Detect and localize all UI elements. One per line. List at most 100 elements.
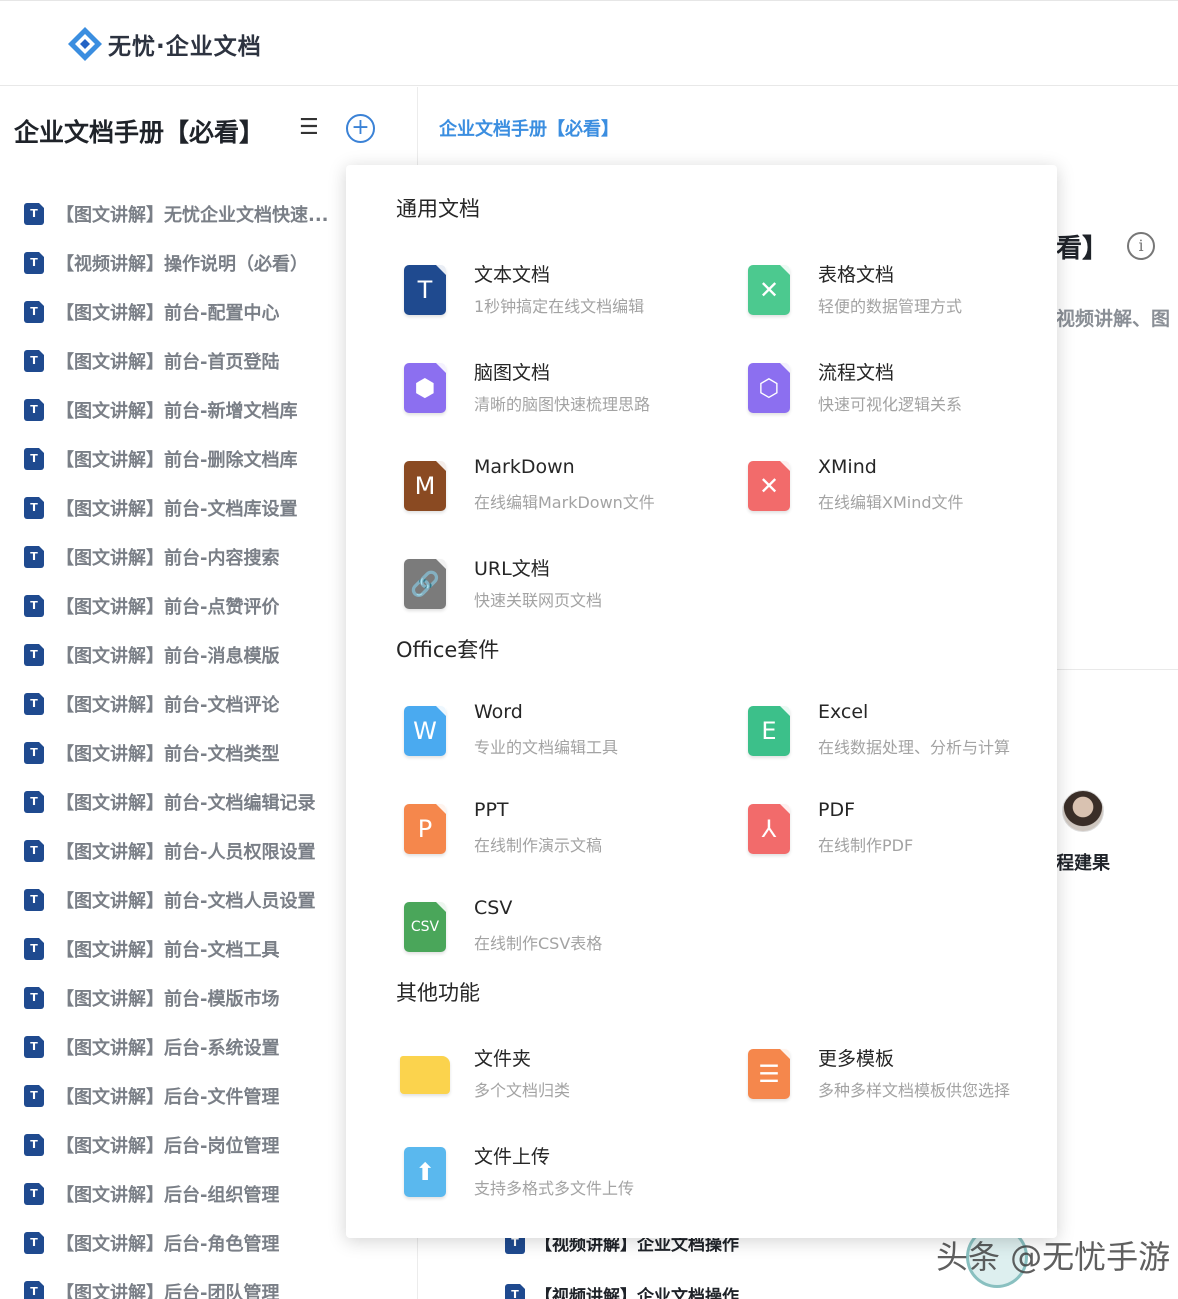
sidebar-item-label: 【图文讲解】前台-新增文档库 <box>56 400 298 422</box>
new-link-doc-option[interactable]: 🔗 URL文档 快速关联网页文档 <box>396 552 716 624</box>
text-doc-icon: T <box>24 398 44 421</box>
option-description: 在线制作CSV表格 <box>474 934 603 953</box>
flow-doc-icon: ⬡ <box>748 363 790 413</box>
top-header: 无忧·企业文档 <box>0 0 1178 86</box>
template-icon: ☰ <box>748 1049 790 1099</box>
option-name: PDF <box>818 799 856 821</box>
sidebar-item[interactable]: T 【图文讲解】后台-角色管理 <box>24 1218 329 1267</box>
text-doc-icon: T <box>24 349 44 372</box>
new-flow-doc-option[interactable]: ⬡ 流程文档 快速可视化逻辑关系 <box>740 356 1060 428</box>
option-description: 1秒钟搞定在线文档编辑 <box>474 297 645 316</box>
new-markdown-doc-option[interactable]: M MarkDown 在线编辑MarkDown文件 <box>396 454 716 526</box>
new-upload-option[interactable]: ⬆ 文件上传 支持多格式多文件上传 <box>396 1140 716 1212</box>
sidebar-item[interactable]: T 【图文讲解】后台-文件管理 <box>24 1071 329 1120</box>
sidebar-item[interactable]: T 【图文讲解】后台-岗位管理 <box>24 1120 329 1169</box>
avatar[interactable] <box>1062 790 1104 832</box>
section-title: Office套件 <box>396 638 500 662</box>
text-doc-icon: T <box>24 202 44 225</box>
text-doc-icon: T <box>24 1133 44 1156</box>
option-name: Excel <box>818 701 869 723</box>
sidebar-item-label: 【图文讲解】前台-内容搜索 <box>56 547 280 569</box>
option-name: PPT <box>474 799 509 821</box>
option-name: CSV <box>474 897 513 919</box>
section-title: 通用文档 <box>396 197 480 221</box>
sidebar-item[interactable]: T 【图文讲解】无忧企业文档快速... <box>24 189 329 238</box>
text-doc-icon: T <box>24 692 44 715</box>
sidebar-item[interactable]: T 【图文讲解】前台-文档库设置 <box>24 483 329 532</box>
option-name: 表格文档 <box>818 264 895 286</box>
new-folder-option[interactable]: 文件夹 多个文档归类 <box>396 1042 716 1114</box>
sidebar-item[interactable]: T 【图文讲解】前台-消息模版 <box>24 630 329 679</box>
document-row[interactable]: T 【视频讲解】企业文档操作 <box>505 1282 739 1299</box>
option-description: 支持多格式多文件上传 <box>474 1179 635 1198</box>
sidebar-item[interactable]: T 【图文讲解】后台-系统设置 <box>24 1022 329 1071</box>
sidebar-item-label: 【图文讲解】前台-人员权限设置 <box>56 841 316 863</box>
text-doc-icon: T <box>24 545 44 568</box>
info-icon[interactable]: i <box>1127 232 1155 260</box>
sidebar-item[interactable]: T 【图文讲解】前台-文档类型 <box>24 728 329 777</box>
new-text-doc-option[interactable]: T 文本文档 1秒钟搞定在线文档编辑 <box>396 258 716 330</box>
sidebar-item[interactable]: T 【图文讲解】前台-点赞评价 <box>24 581 329 630</box>
new-pdf-doc-option[interactable]: ⅄ PDF 在线制作PDF <box>740 797 1060 869</box>
new-template-option[interactable]: ☰ 更多模板 多种多样文档模板供您选择 <box>740 1042 1060 1114</box>
sidebar-item[interactable]: T 【图文讲解】前台-文档人员设置 <box>24 875 329 924</box>
sidebar-item-label: 【图文讲解】前台-模版市场 <box>56 988 280 1010</box>
text-doc-icon: T <box>24 937 44 960</box>
sidebar-item-label: 【图文讲解】后台-系统设置 <box>56 1037 280 1059</box>
sidebar-item[interactable]: T 【图文讲解】前台-文档工具 <box>24 924 329 973</box>
sidebar-item[interactable]: T 【图文讲解】前台-首页登陆 <box>24 336 329 385</box>
sidebar-item[interactable]: T 【图文讲解】前台-删除文档库 <box>24 434 329 483</box>
sidebar-item[interactable]: T 【图文讲解】前台-文档评论 <box>24 679 329 728</box>
new-word-doc-option[interactable]: W Word 专业的文档编辑工具 <box>396 699 716 771</box>
text-doc-icon: T <box>24 1280 44 1299</box>
sidebar-item[interactable]: T 【图文讲解】前台-文档编辑记录 <box>24 777 329 826</box>
menu-icon[interactable]: ☰ <box>299 115 319 140</box>
text-doc-icon: T <box>24 643 44 666</box>
text-doc-icon: T <box>24 1231 44 1254</box>
upload-icon: ⬆ <box>404 1147 446 1197</box>
sidebar-item[interactable]: T 【视频讲解】操作说明（必看） <box>24 238 329 287</box>
text-doc-icon: T <box>24 1182 44 1205</box>
brand-logo[interactable]: 无忧·企业文档 <box>66 25 262 63</box>
new-ppt-doc-option[interactable]: P PPT 在线制作演示文稿 <box>396 797 716 869</box>
sidebar-item-label: 【图文讲解】前台-配置中心 <box>56 302 280 324</box>
divider <box>1056 669 1178 670</box>
sidebar-item[interactable]: T 【图文讲解】前台-模版市场 <box>24 973 329 1022</box>
sidebar-item[interactable]: T 【图文讲解】前台-新增文档库 <box>24 385 329 434</box>
excel-doc-icon: E <box>748 706 790 756</box>
markdown-doc-icon: M <box>404 461 446 511</box>
option-description: 快速可视化逻辑关系 <box>818 395 963 414</box>
sidebar-item-label: 【图文讲解】后台-文件管理 <box>56 1086 280 1108</box>
breadcrumb[interactable]: 企业文档手册【必看】 <box>439 115 619 141</box>
new-xmind-doc-option[interactable]: ✕ XMind 在线编辑XMind文件 <box>740 454 1060 526</box>
option-description: 在线制作PDF <box>818 836 914 855</box>
sidebar-item[interactable]: T 【图文讲解】后台-组织管理 <box>24 1169 329 1218</box>
csv-doc-icon: CSV <box>404 902 446 952</box>
sidebar-item[interactable]: T 【图文讲解】后台-团队管理 <box>24 1267 329 1299</box>
sidebar-item-label: 【视频讲解】操作说明（必看） <box>56 253 308 275</box>
option-description: 清晰的脑图快速梳理思路 <box>474 395 651 414</box>
sidebar-item-label: 【图文讲解】前台-文档编辑记录 <box>56 792 316 814</box>
new-excel-doc-option[interactable]: E Excel 在线数据处理、分析与计算 <box>740 699 1060 771</box>
sidebar-item[interactable]: T 【图文讲解】前台-内容搜索 <box>24 532 329 581</box>
option-description: 专业的文档编辑工具 <box>474 738 619 757</box>
text-doc-icon: T <box>24 986 44 1009</box>
sidebar-item-label: 【图文讲解】前台-文档工具 <box>56 939 280 961</box>
add-document-button[interactable]: + <box>346 114 375 143</box>
text-doc-icon: T <box>24 496 44 519</box>
new-sheet-doc-option[interactable]: ✕ 表格文档 轻便的数据管理方式 <box>740 258 1060 330</box>
text-doc-icon: T <box>24 1035 44 1058</box>
link-doc-icon: 🔗 <box>404 559 446 609</box>
text-doc-icon: T <box>24 839 44 862</box>
watermark: 头条 @无忧手游 <box>936 1238 1171 1276</box>
document-row-label: 【视频讲解】企业文档操作 <box>535 1287 739 1299</box>
text-doc-icon: T <box>505 1283 525 1299</box>
option-description: 在线制作演示文稿 <box>474 836 603 855</box>
sidebar-item[interactable]: T 【图文讲解】前台-人员权限设置 <box>24 826 329 875</box>
option-name: MarkDown <box>474 456 575 478</box>
sidebar-item[interactable]: T 【图文讲解】前台-配置中心 <box>24 287 329 336</box>
sidebar-item-label: 【图文讲解】前台-点赞评价 <box>56 596 280 618</box>
new-mindmap-doc-option[interactable]: ⬢ 脑图文档 清晰的脑图快速梳理思路 <box>396 356 716 428</box>
new-csv-doc-option[interactable]: CSV CSV 在线制作CSV表格 <box>396 895 716 967</box>
option-name: 文件夹 <box>474 1048 532 1070</box>
